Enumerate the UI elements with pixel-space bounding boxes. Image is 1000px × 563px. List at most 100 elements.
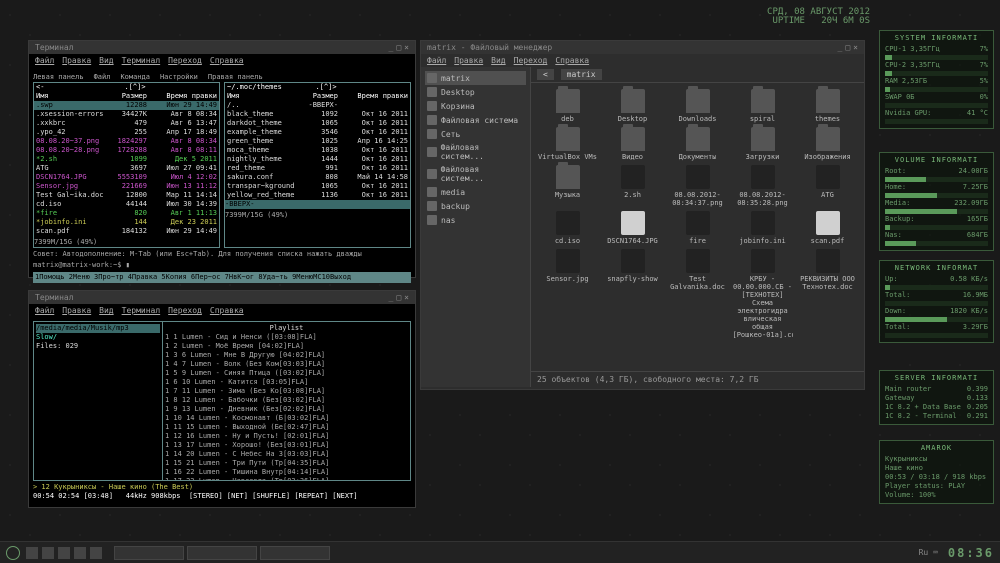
file-row[interactable]: /..-ВВЕРХ- bbox=[225, 101, 410, 110]
file-row[interactable]: black_theme1092Окт 16 2011 bbox=[225, 110, 410, 119]
file-row[interactable]: moca_theme1038Окт 16 2011 bbox=[225, 146, 410, 155]
menu-item[interactable]: Правка bbox=[62, 56, 91, 65]
sidebar-item[interactable]: Сеть bbox=[425, 127, 526, 141]
file-item[interactable]: Изображения bbox=[797, 127, 858, 161]
file-row[interactable]: example_theme3546Окт 16 2011 bbox=[225, 128, 410, 137]
launcher-icon[interactable] bbox=[42, 547, 54, 559]
menu-item[interactable]: Вид bbox=[491, 56, 505, 65]
file-item[interactable]: Видео bbox=[602, 127, 663, 161]
menu-item[interactable]: Терминал bbox=[122, 56, 161, 65]
file-row[interactable]: *2.sh1099Дек 5 2011 bbox=[34, 155, 219, 164]
menu-item[interactable]: Правка bbox=[454, 56, 483, 65]
track-row[interactable]: 1 16 22 Lumen - Тишина Внутр[04:14]FLA] bbox=[165, 468, 408, 477]
file-row[interactable]: .ypo_42255Апр 17 18:49 bbox=[34, 128, 219, 137]
menu-item[interactable]: Вид bbox=[99, 306, 113, 315]
menu-item[interactable]: Файл bbox=[35, 56, 54, 65]
fm-menubar[interactable]: ФайлПравкаВидПереходСправка bbox=[421, 54, 864, 67]
cmus-window[interactable]: Терминал _□× ФайлПравкаВидТерминалПерехо… bbox=[28, 290, 416, 508]
track-row[interactable]: 1 4 7 Lumen - Волк (Без Ком[03:03]FLA] bbox=[165, 360, 408, 369]
file-row[interactable]: yellow_red_theme1136Окт 16 2011 bbox=[225, 191, 410, 200]
menu-item[interactable]: Вид bbox=[99, 56, 113, 65]
file-item[interactable]: themes bbox=[797, 89, 858, 123]
file-item[interactable]: Downloads bbox=[667, 89, 728, 123]
sidebar-item[interactable]: matrix bbox=[425, 71, 526, 85]
fm-breadcrumb[interactable]: < matrix bbox=[531, 67, 864, 83]
track-row[interactable]: 1 13 17 Lumen - Хорошо! (Без[03:01]FLA] bbox=[165, 441, 408, 450]
file-row[interactable]: cd.iso44144Июл 30 14:39 bbox=[34, 200, 219, 209]
menu-item[interactable]: Переход bbox=[168, 306, 202, 315]
cmus-menubar[interactable]: ФайлПравкаВидТерминалПереходСправка bbox=[29, 304, 415, 317]
file-row[interactable]: 08.08.20~37.png1824297Авг 8 08:34 bbox=[34, 137, 219, 146]
mc-window[interactable]: Терминал _□× ФайлПравкаВидТерминалПерехо… bbox=[28, 40, 416, 278]
filemanager-window[interactable]: matrix - Файловый менеджер _□× Файл Правк… bbox=[420, 40, 865, 390]
file-row[interactable]: darkdot_theme1065Окт 16 2011 bbox=[225, 119, 410, 128]
file-item[interactable]: 2.sh bbox=[602, 165, 663, 207]
close-icon[interactable]: × bbox=[853, 43, 858, 52]
file-row[interactable]: *fire820Авг 1 11:13 bbox=[34, 209, 219, 218]
sidebar-item[interactable]: Файловая систем... bbox=[425, 163, 526, 185]
menu-item[interactable]: Файл bbox=[427, 56, 446, 65]
menu-item[interactable]: Справка bbox=[210, 56, 244, 65]
file-row[interactable]: DSCN1764.JPG5553109Июл 4 12:02 bbox=[34, 173, 219, 182]
menu-item[interactable]: Справка bbox=[210, 306, 244, 315]
maximize-icon[interactable]: □ bbox=[396, 293, 401, 302]
maximize-icon[interactable]: □ bbox=[396, 43, 401, 52]
file-item[interactable]: 08.08.2012-08:34:37.png bbox=[667, 165, 728, 207]
sidebar-item[interactable]: backup bbox=[425, 199, 526, 213]
file-item[interactable]: fire bbox=[667, 211, 728, 245]
file-row[interactable]: Sensor.jpg221669Июн 13 11:12 bbox=[34, 182, 219, 191]
menu-item[interactable]: Правка bbox=[62, 306, 91, 315]
sidebar-item[interactable]: Файловая система bbox=[425, 113, 526, 127]
file-item[interactable]: jobinfo.ini bbox=[732, 211, 793, 245]
launcher-icon[interactable] bbox=[74, 547, 86, 559]
back-icon[interactable]: < bbox=[537, 69, 554, 80]
file-item[interactable]: РЕКВИЗИТЫ ООО Технотех.doc bbox=[797, 249, 858, 339]
sidebar-item[interactable]: Корзина bbox=[425, 99, 526, 113]
launcher-icon[interactable] bbox=[26, 547, 38, 559]
sidebar-item[interactable]: media bbox=[425, 185, 526, 199]
file-item[interactable]: scan.pdf bbox=[797, 211, 858, 245]
track-row[interactable]: 1 12 16 Lumen - Ну и Пусть! [02:01]FLA] bbox=[165, 432, 408, 441]
file-item[interactable]: DSCN1764.JPG bbox=[602, 211, 663, 245]
file-item[interactable]: VirtualBox VMs bbox=[537, 127, 598, 161]
file-item[interactable]: Документы bbox=[667, 127, 728, 161]
taskbar-clock[interactable]: 08:36 bbox=[948, 546, 994, 560]
task-button[interactable] bbox=[114, 546, 184, 560]
file-item[interactable]: Музыка bbox=[537, 165, 598, 207]
mc-menubar[interactable]: Файл Правка Вид Терминал Переход Справка bbox=[29, 54, 415, 67]
minimize-icon[interactable]: _ bbox=[838, 43, 843, 52]
file-row[interactable]: 08.08.20~28.png1728288Авг 8 08:11 bbox=[34, 146, 219, 155]
cmus-titlebar[interactable]: Терминал _□× bbox=[29, 291, 415, 304]
maximize-icon[interactable]: □ bbox=[845, 43, 850, 52]
menu-item[interactable]: Переход bbox=[168, 56, 202, 65]
sidebar-item[interactable]: Desktop bbox=[425, 85, 526, 99]
file-item[interactable]: 08.08.2012-08:35:28.png bbox=[732, 165, 793, 207]
file-row[interactable]: sakura.conf808Май 14 14:58 bbox=[225, 173, 410, 182]
fm-titlebar[interactable]: matrix - Файловый менеджер _□× bbox=[421, 41, 864, 54]
track-row[interactable]: 1 10 14 Lumen - Космонавт (Б|03:02]FLA] bbox=[165, 414, 408, 423]
menu-item[interactable]: Справка bbox=[555, 56, 589, 65]
launcher-icon[interactable] bbox=[90, 547, 102, 559]
launcher-icon[interactable] bbox=[58, 547, 70, 559]
track-row[interactable]: 1 14 20 Lumen - С Небес На 3[03:03]FLA] bbox=[165, 450, 408, 459]
file-item[interactable]: Sensor.jpg bbox=[537, 249, 598, 339]
minimize-icon[interactable]: _ bbox=[389, 43, 394, 52]
sidebar-item[interactable]: Файловая систем... bbox=[425, 141, 526, 163]
minimize-icon[interactable]: _ bbox=[389, 293, 394, 302]
menu-item[interactable]: Терминал bbox=[122, 306, 161, 315]
track-row[interactable]: 1 2 Lumen - Моё Время [04:02]FLA] bbox=[165, 342, 408, 351]
track-row[interactable]: 1 3 6 Lumen - Мне В Другую [04:02]FLA] bbox=[165, 351, 408, 360]
file-row[interactable]: .xxkbrc479Авг 6 13:47 bbox=[34, 119, 219, 128]
file-item[interactable]: Desktop bbox=[602, 89, 663, 123]
file-row[interactable]: *jobinfo.ini144Дек 23 2011 bbox=[34, 218, 219, 227]
file-row[interactable]: .swp12288Июн 29 14:49 bbox=[34, 101, 219, 110]
file-item[interactable]: spiral bbox=[732, 89, 793, 123]
file-row[interactable]: green_theme1025Апр 16 14:25 bbox=[225, 137, 410, 146]
file-row[interactable]: Test Gal~ika.doc12800Мар 11 14:14 bbox=[34, 191, 219, 200]
track-row[interactable]: 1 8 12 Lumen - Бабочки (Без[03:02]FLA] bbox=[165, 396, 408, 405]
file-item[interactable]: cd.iso bbox=[537, 211, 598, 245]
fm-sidebar[interactable]: matrixDesktopКорзинаФайловая системаСеть… bbox=[421, 67, 531, 387]
file-item[interactable]: deb bbox=[537, 89, 598, 123]
cmus-playlist[interactable]: Playlist 1 1 Lumen - Сид и Ненси ([03:08… bbox=[163, 321, 411, 481]
sidebar-item[interactable]: nas bbox=[425, 213, 526, 227]
